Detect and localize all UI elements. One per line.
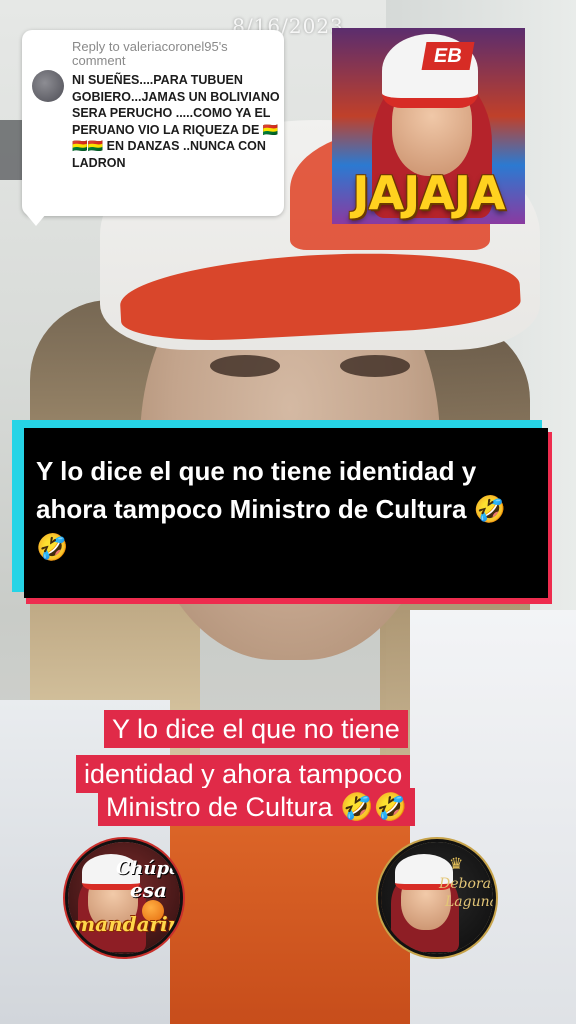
commenter-avatar <box>32 70 64 102</box>
reply-header: Reply to valeriacoronel95's comment <box>72 39 228 68</box>
jacket-right <box>410 610 576 1024</box>
red-caption-line-1: Y lo dice el que no tiene <box>104 710 408 748</box>
reply-bubble-tail <box>26 214 46 226</box>
eye-left <box>210 355 280 377</box>
logo-left-text-2: esa <box>130 878 167 902</box>
sticker-cap-text: EB <box>421 42 475 70</box>
jajaja-sticker: EB JAJAJA <box>332 28 525 224</box>
logo-left-text-1: Chúpate <box>116 858 180 879</box>
chupate-esa-mandarina-logo: Chúpate esa mandarina <box>68 842 180 954</box>
sticker-word: JAJAJA <box>352 166 505 220</box>
eye-right <box>340 355 410 377</box>
red-caption-line-3: Ministro de Cultura 🤣🤣 <box>98 788 416 826</box>
crown-icon: ♛ <box>449 856 464 873</box>
debora-laguna-logo: ♛ Debora Laguna <box>381 842 493 954</box>
logo-right-name-1: Debora <box>439 876 491 892</box>
reply-comment-text: NI SUEÑES....PARA TUBUEN GOBIERO...JAMAS… <box>72 73 280 170</box>
logo-right-name-2: Laguna <box>445 894 493 910</box>
reply-comment-bubble[interactable]: Reply to valeriacoronel95's comment NI S… <box>22 30 284 216</box>
black-caption-text: Y lo dice el que no tiene identidad y ah… <box>36 456 507 562</box>
logo-left-text-3: mandarina <box>74 912 180 936</box>
